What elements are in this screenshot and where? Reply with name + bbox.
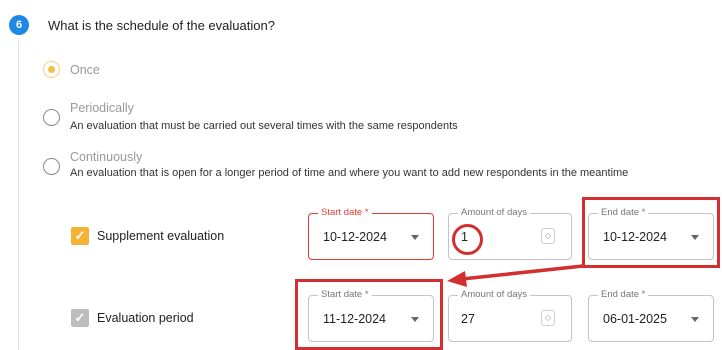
radio-periodically-description: An evaluation that must be carried out s…: [70, 120, 458, 132]
caret-down-icon: [411, 235, 419, 240]
evaluation-period-end-date-select[interactable]: End date * 06-01-2025: [588, 289, 714, 342]
annotation-circle-amount: [452, 224, 483, 255]
evaluation-period-amount-of-days-input[interactable]: Amount of days 27 ◇: [448, 289, 572, 342]
evaluation-period-end-date-value: 06-01-2025: [603, 312, 667, 326]
radio-periodically[interactable]: [43, 109, 60, 126]
supplement-start-date-select[interactable]: Start date * 10-12-2024: [308, 207, 434, 260]
number-spinner-icon[interactable]: ◇: [541, 228, 555, 244]
radio-once-label: Once: [70, 63, 100, 77]
check-icon: ✓: [74, 310, 86, 325]
supplement-start-date-value: 10-12-2024: [323, 230, 387, 244]
evaluation-period-end-date-label: End date *: [598, 289, 649, 301]
caret-down-icon: [691, 317, 699, 322]
supplement-start-date-label: Start date *: [318, 207, 372, 219]
evaluation-period-checkbox: ✓: [71, 309, 89, 327]
check-icon: ✓: [74, 228, 86, 243]
radio-continuously-label: Continuously: [70, 150, 143, 164]
evaluation-period-amount-of-days-value: 27: [461, 312, 475, 326]
annotation-box-start-date: [295, 279, 443, 350]
evaluation-period-amount-of-days-label: Amount of days: [458, 289, 531, 301]
supplement-evaluation-label: Supplement evaluation: [97, 229, 225, 243]
radio-continuously-description: An evaluation that is open for a longer …: [70, 167, 629, 179]
question-title: What is the schedule of the evaluation?: [48, 18, 275, 33]
radio-periodically-label: Periodically: [70, 101, 134, 115]
question-number-badge: 6: [9, 15, 29, 35]
supplement-amount-of-days-label: Amount of days: [458, 207, 531, 219]
radio-continuously[interactable]: [43, 158, 60, 175]
evaluation-period-label: Evaluation period: [97, 311, 194, 325]
question-connector-line: [18, 38, 19, 350]
radio-once[interactable]: [43, 61, 60, 78]
number-spinner-icon[interactable]: ◇: [541, 310, 555, 326]
supplement-evaluation-checkbox[interactable]: ✓: [71, 227, 89, 245]
annotation-box-end-date: [582, 197, 720, 268]
